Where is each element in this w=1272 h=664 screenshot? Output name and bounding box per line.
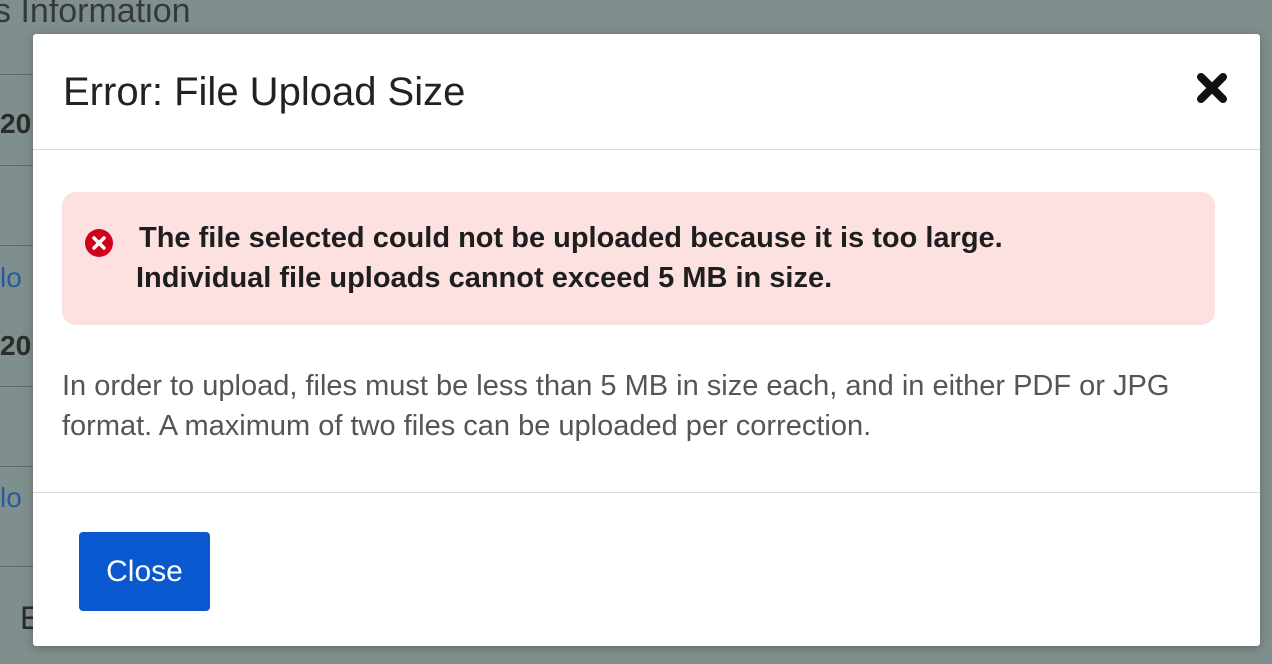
background-section-heading: s Information — [0, 0, 191, 30]
modal-body: The file selected could not be uploaded … — [33, 150, 1260, 493]
close-x-icon[interactable] — [1194, 70, 1230, 106]
error-modal: Error: File Upload Size The file selecte… — [33, 34, 1260, 646]
modal-header: Error: File Upload Size — [33, 34, 1260, 150]
error-alert: The file selected could not be uploaded … — [62, 192, 1215, 325]
alert-message: The file selected could not be uploaded … — [136, 218, 1003, 298]
error-circle-icon — [84, 228, 114, 258]
upload-requirements-text: In order to upload, files must be less t… — [62, 370, 1170, 442]
alert-message-line-2: Individual file uploads cannot exceed 5 … — [136, 262, 833, 294]
close-button[interactable]: Close — [79, 532, 210, 611]
modal-title: Error: File Upload Size — [63, 70, 466, 114]
alert-message-line-1: The file selected could not be uploaded … — [139, 222, 1003, 254]
modal-footer: Close — [33, 493, 1260, 646]
